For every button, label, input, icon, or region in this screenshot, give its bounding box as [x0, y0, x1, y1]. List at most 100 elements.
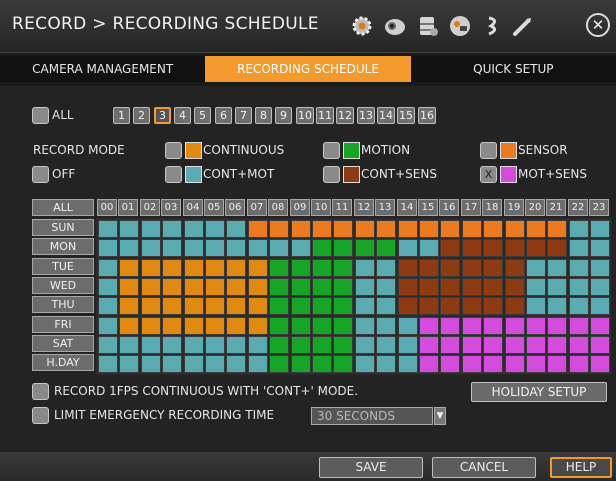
storage-icon[interactable]	[415, 13, 441, 39]
audio-icon[interactable]	[480, 13, 506, 39]
channel-button[interactable]: 7	[235, 107, 252, 124]
schedule-cell[interactable]	[590, 336, 610, 354]
schedule-cell[interactable]	[119, 297, 139, 315]
channel-button[interactable]: 14	[377, 107, 395, 124]
hour-button[interactable]: 12	[354, 199, 374, 216]
schedule-cell[interactable]	[569, 297, 589, 315]
schedule-cell[interactable]	[398, 278, 418, 296]
schedule-cell[interactable]	[419, 239, 439, 257]
channel-button[interactable]: 15	[397, 107, 415, 124]
schedule-cell[interactable]	[333, 239, 353, 257]
schedule-cell[interactable]	[162, 355, 182, 373]
hour-button[interactable]: 17	[461, 199, 481, 216]
schedule-cell[interactable]	[205, 220, 225, 238]
channel-button[interactable]: 16	[418, 107, 436, 124]
schedule-cell[interactable]	[483, 259, 503, 277]
schedule-cell[interactable]	[291, 297, 311, 315]
schedule-cell[interactable]	[419, 336, 439, 354]
schedule-cell[interactable]	[333, 278, 353, 296]
schedule-cell[interactable]	[505, 278, 525, 296]
schedule-cell[interactable]	[119, 317, 139, 335]
gear-icon[interactable]	[349, 13, 375, 39]
schedule-cell[interactable]	[355, 259, 375, 277]
day-button[interactable]: SAT	[32, 335, 94, 352]
schedule-cell[interactable]	[547, 336, 567, 354]
schedule-cell[interactable]	[119, 239, 139, 257]
schedule-cell[interactable]	[312, 317, 332, 335]
schedule-cell[interactable]	[226, 259, 246, 277]
save-button[interactable]: SAVE	[319, 457, 423, 478]
schedule-cell[interactable]	[141, 355, 161, 373]
day-button[interactable]: FRI	[32, 316, 94, 333]
camera-icon[interactable]	[382, 13, 408, 39]
help-button[interactable]: HELP	[550, 457, 612, 478]
off-checkbox[interactable]	[32, 166, 49, 183]
schedule-cell[interactable]	[141, 317, 161, 335]
schedule-cell[interactable]	[398, 297, 418, 315]
schedule-cell[interactable]	[590, 259, 610, 277]
schedule-cell[interactable]	[184, 239, 204, 257]
schedule-cell[interactable]	[248, 220, 268, 238]
tab-quick-setup[interactable]: QUICK SETUP	[411, 56, 616, 82]
schedule-cell[interactable]	[205, 239, 225, 257]
schedule-cell[interactable]	[355, 278, 375, 296]
schedule-cell[interactable]	[547, 297, 567, 315]
schedule-cell[interactable]	[226, 278, 246, 296]
schedule-cell[interactable]	[141, 297, 161, 315]
schedule-cell[interactable]	[440, 278, 460, 296]
schedule-cell[interactable]	[98, 317, 118, 335]
hour-button[interactable]: 07	[247, 199, 267, 216]
schedule-cell[interactable]	[462, 278, 482, 296]
schedule-cell[interactable]	[333, 220, 353, 238]
schedule-cell[interactable]	[590, 317, 610, 335]
channel-button[interactable]: 3	[154, 107, 171, 124]
schedule-cell[interactable]	[419, 220, 439, 238]
schedule-cell[interactable]	[333, 355, 353, 373]
schedule-cell[interactable]	[269, 336, 289, 354]
schedule-cell[interactable]	[590, 297, 610, 315]
schedule-cell[interactable]	[248, 317, 268, 335]
schedule-cell[interactable]	[440, 297, 460, 315]
schedule-cell[interactable]	[291, 355, 311, 373]
schedule-cell[interactable]	[505, 336, 525, 354]
schedule-cell[interactable]	[440, 317, 460, 335]
hour-button[interactable]: 01	[118, 199, 138, 216]
schedule-cell[interactable]	[376, 239, 396, 257]
schedule-cell[interactable]	[505, 317, 525, 335]
schedule-cell[interactable]	[248, 336, 268, 354]
schedule-cell[interactable]	[440, 239, 460, 257]
schedule-cell[interactable]	[162, 297, 182, 315]
schedule-grid[interactable]	[96, 218, 611, 375]
schedule-cell[interactable]	[141, 336, 161, 354]
schedule-cell[interactable]	[205, 259, 225, 277]
hour-button[interactable]: 08	[268, 199, 288, 216]
schedule-cell[interactable]	[398, 355, 418, 373]
schedule-cell[interactable]	[376, 355, 396, 373]
schedule-cell[interactable]	[184, 355, 204, 373]
schedule-cell[interactable]	[226, 239, 246, 257]
schedule-cell[interactable]	[526, 297, 546, 315]
schedule-cell[interactable]	[398, 336, 418, 354]
schedule-cell[interactable]	[526, 336, 546, 354]
schedule-cell[interactable]	[205, 278, 225, 296]
schedule-cell[interactable]	[462, 336, 482, 354]
hour-button[interactable]: 00	[97, 199, 117, 216]
schedule-cell[interactable]	[483, 297, 503, 315]
schedule-cell[interactable]	[98, 355, 118, 373]
schedule-cell[interactable]	[205, 355, 225, 373]
schedule-cell[interactable]	[226, 355, 246, 373]
schedule-cell[interactable]	[419, 259, 439, 277]
emergency-time-select[interactable]: 30 SECONDS	[311, 407, 433, 425]
schedule-cell[interactable]	[440, 220, 460, 238]
schedule-cell[interactable]	[98, 336, 118, 354]
channel-button[interactable]: 10	[296, 107, 314, 124]
channel-all-checkbox[interactable]	[32, 107, 49, 124]
schedule-cell[interactable]	[98, 278, 118, 296]
schedule-cell[interactable]	[483, 336, 503, 354]
schedule-cell[interactable]	[119, 220, 139, 238]
hour-button[interactable]: 18	[482, 199, 502, 216]
schedule-cell[interactable]	[440, 259, 460, 277]
schedule-cell[interactable]	[355, 297, 375, 315]
schedule-cell[interactable]	[184, 278, 204, 296]
schedule-cell[interactable]	[398, 259, 418, 277]
